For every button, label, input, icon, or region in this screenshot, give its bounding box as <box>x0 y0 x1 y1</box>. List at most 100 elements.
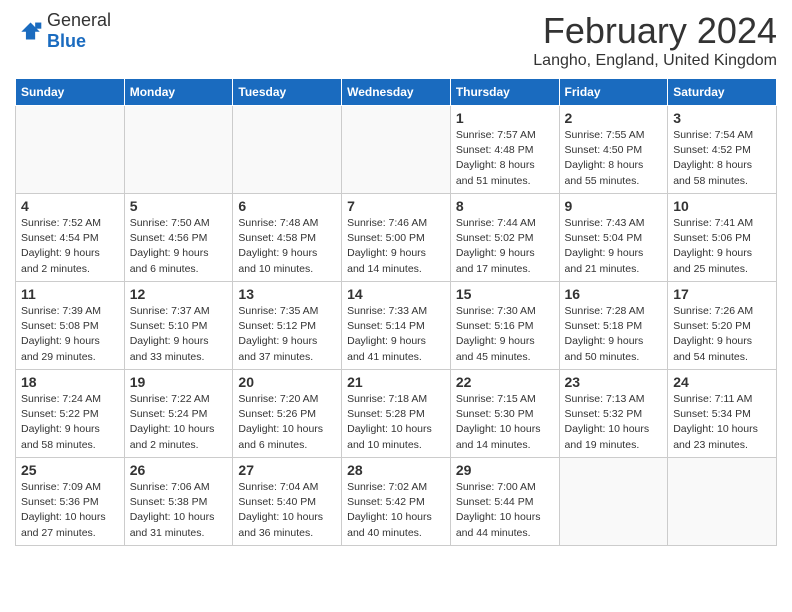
day-number: 27 <box>238 462 336 478</box>
calendar-day-cell: 27 Sunrise: 7:04 AM Sunset: 5:40 PM Dayli… <box>233 458 342 546</box>
day-number: 15 <box>456 286 554 302</box>
day-number: 13 <box>238 286 336 302</box>
day-info: Sunrise: 7:02 AM Sunset: 5:42 PM Dayligh… <box>347 480 445 541</box>
calendar-day-cell: 25 Sunrise: 7:09 AM Sunset: 5:36 PM Dayli… <box>16 458 125 546</box>
day-info: Sunrise: 7:44 AM Sunset: 5:02 PM Dayligh… <box>456 216 554 277</box>
day-number: 9 <box>565 198 663 214</box>
day-of-week-header: Friday <box>559 79 668 106</box>
calendar-day-cell: 18 Sunrise: 7:24 AM Sunset: 5:22 PM Dayli… <box>16 370 125 458</box>
day-info: Sunrise: 7:43 AM Sunset: 5:04 PM Dayligh… <box>565 216 663 277</box>
logo-icon <box>15 21 43 41</box>
day-number: 17 <box>673 286 771 302</box>
header: General Blue February 2024 Langho, Engla… <box>15 10 777 70</box>
day-info: Sunrise: 7:24 AM Sunset: 5:22 PM Dayligh… <box>21 392 119 453</box>
day-number: 29 <box>456 462 554 478</box>
day-info: Sunrise: 7:55 AM Sunset: 4:50 PM Dayligh… <box>565 128 663 189</box>
calendar-day-cell: 20Sunrise: 7:20 AM Sunset: 5:26 PM Dayli… <box>233 370 342 458</box>
day-info: Sunrise: 7:26 AM Sunset: 5:20 PM Dayligh… <box>673 304 771 365</box>
day-number: 6 <box>238 198 336 214</box>
calendar-week-row: 4 Sunrise: 7:52 AM Sunset: 4:54 PM Daylig… <box>16 194 777 282</box>
day-info: Sunrise: 7:00 AM Sunset: 5:44 PM Dayligh… <box>456 480 554 541</box>
day-number: 3 <box>673 110 771 126</box>
calendar-day-cell: 15 Sunrise: 7:30 AM Sunset: 5:16 PM Dayli… <box>450 282 559 370</box>
logo: General Blue <box>15 10 111 52</box>
calendar-day-cell: 10Sunrise: 7:41 AM Sunset: 5:06 PM Dayli… <box>668 194 777 282</box>
calendar-day-cell <box>668 458 777 546</box>
calendar-day-cell: 22 Sunrise: 7:15 AM Sunset: 5:30 PM Dayli… <box>450 370 559 458</box>
calendar-day-cell: 14Sunrise: 7:33 AM Sunset: 5:14 PM Dayli… <box>342 282 451 370</box>
calendar-day-cell: 5 Sunrise: 7:50 AM Sunset: 4:56 PM Daylig… <box>124 194 233 282</box>
calendar-day-cell: 3 Sunrise: 7:54 AM Sunset: 4:52 PM Daylig… <box>668 106 777 194</box>
day-info: Sunrise: 7:04 AM Sunset: 5:40 PM Dayligh… <box>238 480 336 541</box>
calendar-day-cell: 24 Sunrise: 7:11 AM Sunset: 5:34 PM Dayli… <box>668 370 777 458</box>
calendar-table: SundayMondayTuesdayWednesdayThursdayFrid… <box>15 78 777 546</box>
calendar-day-cell <box>124 106 233 194</box>
day-info: Sunrise: 7:39 AM Sunset: 5:08 PM Dayligh… <box>21 304 119 365</box>
day-info: Sunrise: 7:15 AM Sunset: 5:30 PM Dayligh… <box>456 392 554 453</box>
day-number: 25 <box>21 462 119 478</box>
calendar-day-cell: 11 Sunrise: 7:39 AM Sunset: 5:08 PM Dayli… <box>16 282 125 370</box>
day-number: 24 <box>673 374 771 390</box>
day-number: 7 <box>347 198 445 214</box>
day-number: 16 <box>565 286 663 302</box>
day-of-week-header: Wednesday <box>342 79 451 106</box>
day-info: Sunrise: 7:52 AM Sunset: 4:54 PM Dayligh… <box>21 216 119 277</box>
day-info: Sunrise: 7:30 AM Sunset: 5:16 PM Dayligh… <box>456 304 554 365</box>
day-info: Sunrise: 7:46 AM Sunset: 5:00 PM Dayligh… <box>347 216 445 277</box>
calendar-day-cell: 2 Sunrise: 7:55 AM Sunset: 4:50 PM Daylig… <box>559 106 668 194</box>
day-number: 8 <box>456 198 554 214</box>
calendar-header: SundayMondayTuesdayWednesdayThursdayFrid… <box>16 79 777 106</box>
calendar-day-cell: 26 Sunrise: 7:06 AM Sunset: 5:38 PM Dayli… <box>124 458 233 546</box>
calendar-week-row: 1 Sunrise: 7:57 AM Sunset: 4:48 PM Daylig… <box>16 106 777 194</box>
day-info: Sunrise: 7:06 AM Sunset: 5:38 PM Dayligh… <box>130 480 228 541</box>
day-info: Sunrise: 7:28 AM Sunset: 5:18 PM Dayligh… <box>565 304 663 365</box>
calendar-day-cell: 6 Sunrise: 7:48 AM Sunset: 4:58 PM Daylig… <box>233 194 342 282</box>
calendar-day-cell <box>233 106 342 194</box>
day-number: 23 <box>565 374 663 390</box>
day-number: 19 <box>130 374 228 390</box>
day-number: 18 <box>21 374 119 390</box>
calendar-day-cell <box>16 106 125 194</box>
day-info: Sunrise: 7:22 AM Sunset: 5:24 PM Dayligh… <box>130 392 228 453</box>
day-info: Sunrise: 7:50 AM Sunset: 4:56 PM Dayligh… <box>130 216 228 277</box>
location-title: Langho, England, United Kingdom <box>533 52 777 70</box>
day-info: Sunrise: 7:37 AM Sunset: 5:10 PM Dayligh… <box>130 304 228 365</box>
calendar-day-cell: 8 Sunrise: 7:44 AM Sunset: 5:02 PM Daylig… <box>450 194 559 282</box>
day-of-week-header: Sunday <box>16 79 125 106</box>
calendar-day-cell: 17 Sunrise: 7:26 AM Sunset: 5:20 PM Dayli… <box>668 282 777 370</box>
day-of-week-header: Saturday <box>668 79 777 106</box>
calendar-week-row: 25 Sunrise: 7:09 AM Sunset: 5:36 PM Dayli… <box>16 458 777 546</box>
day-number: 1 <box>456 110 554 126</box>
day-info: Sunrise: 7:09 AM Sunset: 5:36 PM Dayligh… <box>21 480 119 541</box>
calendar-day-cell: 28Sunrise: 7:02 AM Sunset: 5:42 PM Dayli… <box>342 458 451 546</box>
logo-blue: Blue <box>47 31 86 51</box>
calendar-day-cell: 21Sunrise: 7:18 AM Sunset: 5:28 PM Dayli… <box>342 370 451 458</box>
calendar-day-cell: 16 Sunrise: 7:28 AM Sunset: 5:18 PM Dayli… <box>559 282 668 370</box>
calendar-day-cell: 7 Sunrise: 7:46 AM Sunset: 5:00 PM Daylig… <box>342 194 451 282</box>
day-number: 22 <box>456 374 554 390</box>
day-info: Sunrise: 7:35 AM Sunset: 5:12 PM Dayligh… <box>238 304 336 365</box>
day-number: 2 <box>565 110 663 126</box>
day-info: Sunrise: 7:48 AM Sunset: 4:58 PM Dayligh… <box>238 216 336 277</box>
day-number: 21 <box>347 374 445 390</box>
day-info: Sunrise: 7:13 AM Sunset: 5:32 PM Dayligh… <box>565 392 663 453</box>
day-number: 20 <box>238 374 336 390</box>
day-of-week-header: Tuesday <box>233 79 342 106</box>
day-info: Sunrise: 7:33 AM Sunset: 5:14 PM Dayligh… <box>347 304 445 365</box>
title-area: February 2024 Langho, England, United Ki… <box>533 10 777 70</box>
calendar-day-cell: 13 Sunrise: 7:35 AM Sunset: 5:12 PM Dayli… <box>233 282 342 370</box>
day-info: Sunrise: 7:57 AM Sunset: 4:48 PM Dayligh… <box>456 128 554 189</box>
day-number: 12 <box>130 286 228 302</box>
day-number: 11 <box>21 286 119 302</box>
calendar-day-cell <box>342 106 451 194</box>
calendar-day-cell: 12 Sunrise: 7:37 AM Sunset: 5:10 PM Dayli… <box>124 282 233 370</box>
day-number: 5 <box>130 198 228 214</box>
day-info: Sunrise: 7:11 AM Sunset: 5:34 PM Dayligh… <box>673 392 771 453</box>
day-number: 26 <box>130 462 228 478</box>
calendar-week-row: 18 Sunrise: 7:24 AM Sunset: 5:22 PM Dayli… <box>16 370 777 458</box>
calendar-day-cell: 4 Sunrise: 7:52 AM Sunset: 4:54 PM Daylig… <box>16 194 125 282</box>
day-of-week-header: Monday <box>124 79 233 106</box>
day-number: 4 <box>21 198 119 214</box>
month-title: February 2024 <box>533 10 777 52</box>
day-info: Sunrise: 7:54 AM Sunset: 4:52 PM Dayligh… <box>673 128 771 189</box>
